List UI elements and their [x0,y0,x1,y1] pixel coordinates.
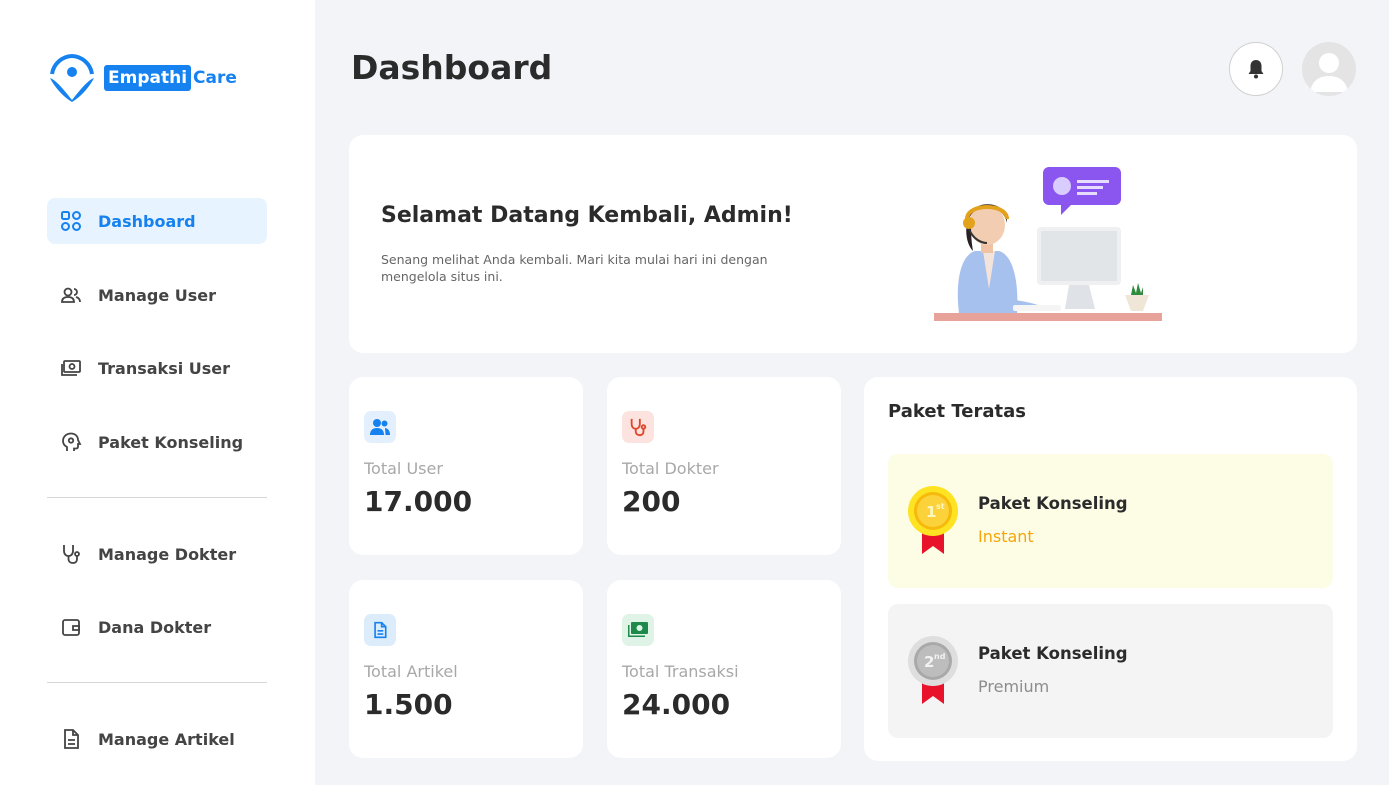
package-name: Paket Konseling [978,494,1128,513]
document-icon [364,614,396,646]
stat-label: Total Artikel [364,662,458,681]
brand-name-part2: Care [193,68,237,88]
bell-icon [1248,60,1264,79]
document-icon [59,727,83,751]
sidebar-item-label: Manage Artikel [98,729,235,749]
sidebar-item-transaksi-user[interactable]: Transaksi User [47,345,267,391]
stat-card-total-user: Total User 17.000 [349,377,583,555]
stat-label: Total Dokter [622,459,719,478]
user-avatar[interactable] [1302,42,1356,96]
page-title: Dashboard [351,48,553,87]
stat-value: 200 [622,485,681,518]
sidebar-item-label: Dashboard [98,211,196,231]
logo-hands-icon [50,54,94,102]
users-icon [364,411,396,443]
sidebar-item-manage-user[interactable]: Manage User [47,272,267,318]
stat-value: 24.000 [622,688,731,721]
package-name: Paket Konseling [978,644,1128,663]
package-type: Premium [978,677,1050,696]
medal-rank: 2 [924,653,934,671]
notification-button[interactable] [1229,42,1283,96]
stat-card-total-artikel: Total Artikel 1.500 [349,580,583,758]
money-icon [59,356,83,380]
sidebar-item-label: Transaksi User [98,358,231,378]
stat-label: Total Transaksi [622,662,739,681]
avatar-placeholder-icon [1310,53,1348,92]
stat-value: 17.000 [364,485,473,518]
stat-card-total-dokter: Total Dokter 200 [607,377,841,555]
users-icon [59,283,83,307]
gold-medal-icon: 1 st [908,486,958,554]
welcome-subtitle: Senang melihat Anda kembali. Mari kita m… [381,252,768,284]
stethoscope-icon [59,542,83,566]
stat-value: 1.500 [364,688,453,721]
brand-logo[interactable]: Empathi Care [46,52,237,104]
top-packages-title: Paket Teratas [888,401,1027,422]
brand-name-part1: Empathi [104,65,192,91]
head-gear-icon [59,430,83,454]
sidebar-divider [47,497,267,498]
sidebar: Empathi Care Dashboard Manage User Trans… [0,0,315,785]
welcome-title: Selamat Datang Kembali, Admin! [381,203,793,228]
money-icon [622,614,654,646]
sidebar-item-label: Manage User [98,285,217,305]
sidebar-item-dana-dokter[interactable]: Dana Dokter [47,604,267,650]
package-type: Instant [978,527,1034,546]
sidebar-item-manage-dokter[interactable]: Manage Dokter [47,531,267,577]
top-packages-card: Paket Teratas 1 st Paket Konseling Insta… [864,377,1357,761]
sidebar-item-label: Dana Dokter [98,617,212,637]
wallet-icon [59,615,83,639]
sidebar-divider [47,682,267,683]
stethoscope-icon [622,411,654,443]
stat-label: Total User [364,459,443,478]
admin-illustration [934,167,1162,321]
sidebar-item-label: Paket Konseling [98,432,244,452]
sidebar-item-paket-konseling[interactable]: Paket Konseling [47,419,267,465]
package-item-first[interactable]: 1 st Paket Konseling Instant [888,454,1333,588]
sidebar-item-dashboard[interactable]: Dashboard [47,198,267,244]
stat-card-total-transaksi: Total Transaksi 24.000 [607,580,841,758]
medal-rank: 1 [926,503,936,521]
package-item-second[interactable]: 2 nd Paket Konseling Premium [888,604,1333,738]
sidebar-item-manage-artikel[interactable]: Manage Artikel [47,716,267,762]
welcome-card: Selamat Datang Kembali, Admin! Senang me… [349,135,1357,353]
silver-medal-icon: 2 nd [908,636,958,704]
medal-rank-suffix: st [936,502,945,511]
sidebar-item-label: Manage Dokter [98,544,237,564]
dashboard-grid-icon [59,209,83,233]
medal-rank-suffix: nd [934,652,946,661]
